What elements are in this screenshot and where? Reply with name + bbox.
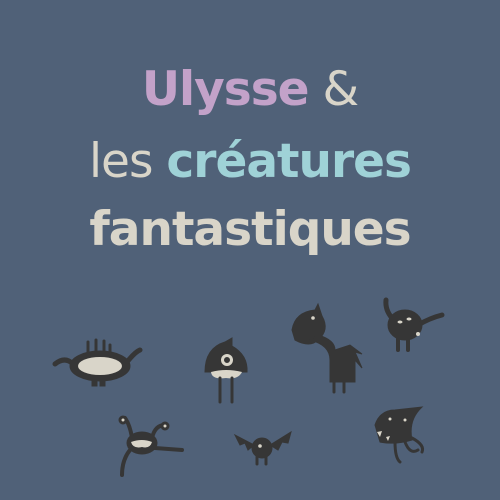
creature-frog-icon xyxy=(118,415,184,477)
creature-longneck-icon xyxy=(291,302,363,394)
creature-blob-icon xyxy=(383,297,445,352)
creature-bat-icon xyxy=(233,430,292,466)
creature-tentacle-icon xyxy=(374,406,424,464)
creature-oval-icon xyxy=(52,338,143,387)
creature-cyclops-icon xyxy=(204,337,248,404)
creatures-illustration xyxy=(52,297,445,477)
